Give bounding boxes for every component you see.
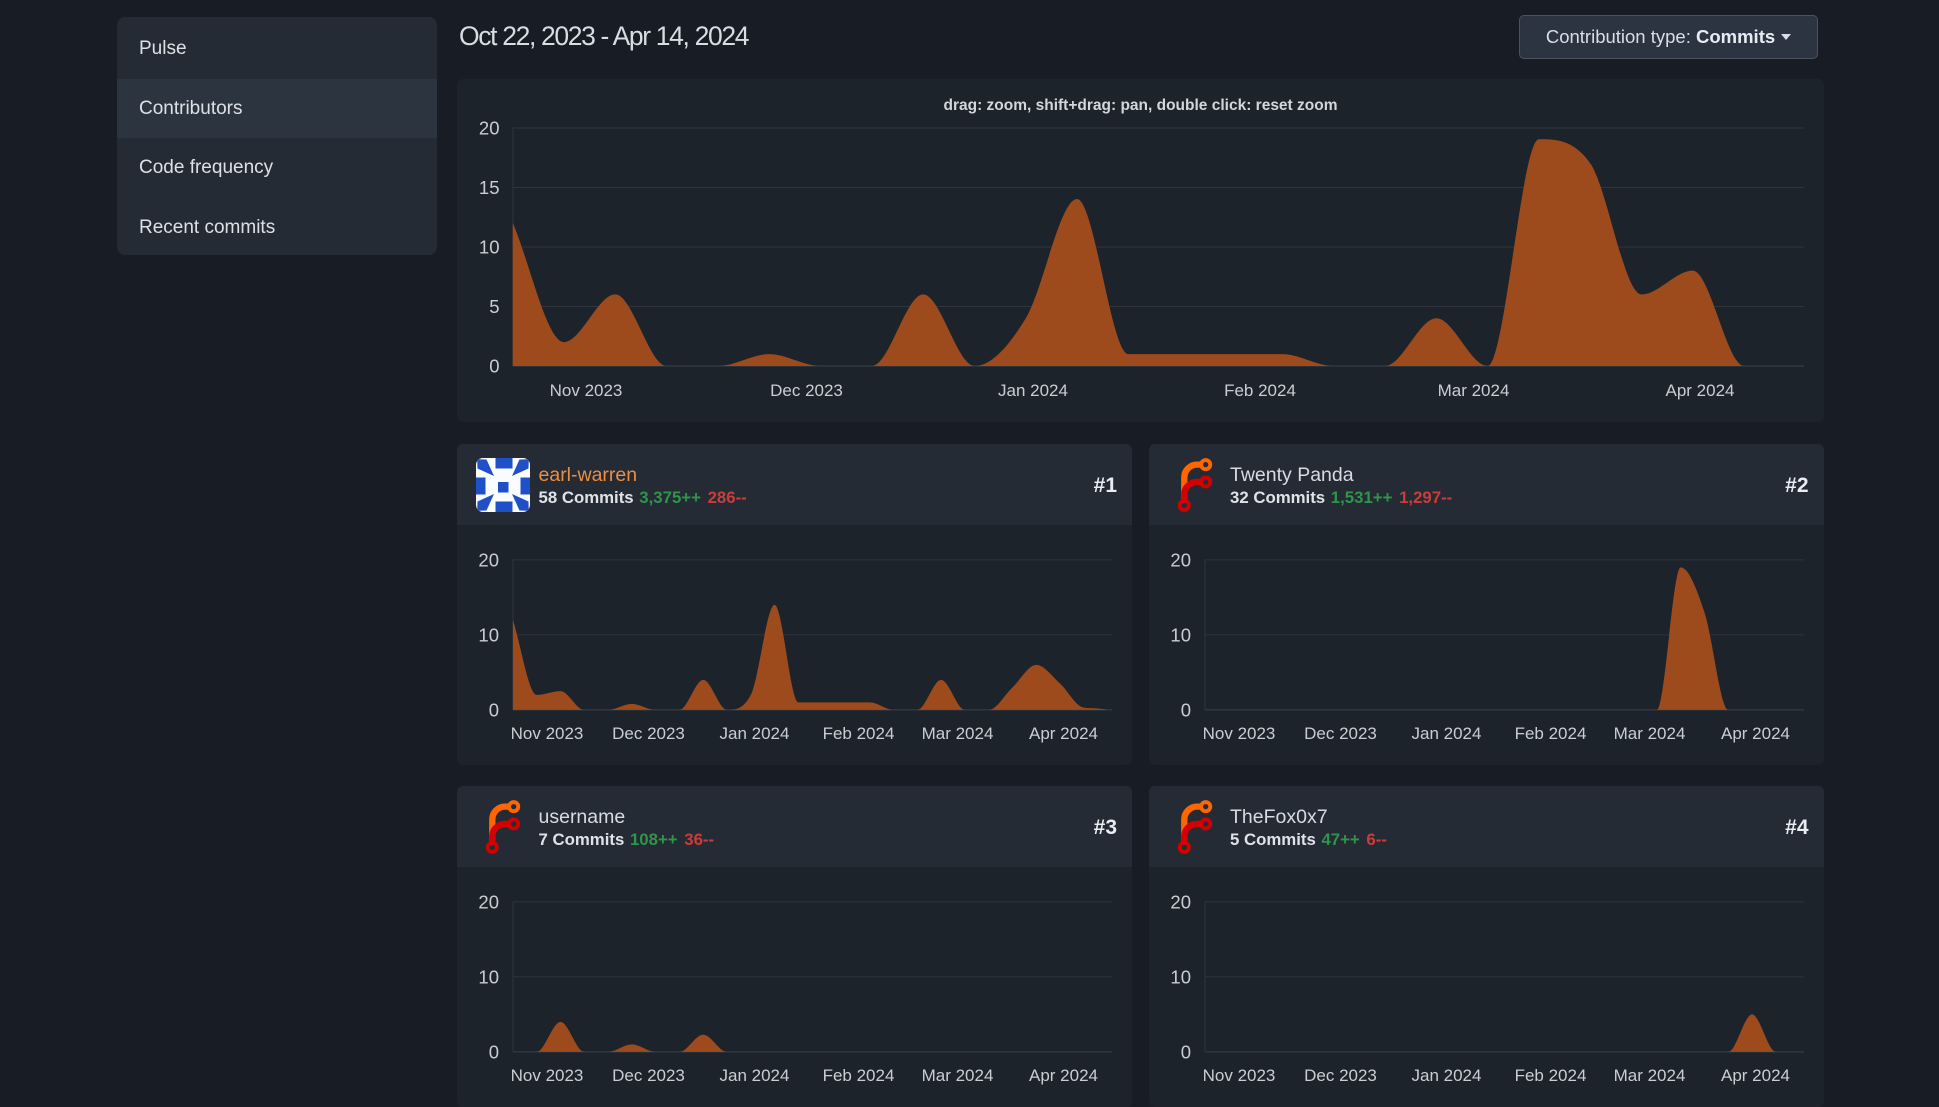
- svg-text:10: 10: [478, 966, 499, 987]
- svg-text:Nov 2023: Nov 2023: [1202, 724, 1275, 743]
- svg-text:Apr 2024: Apr 2024: [1029, 1066, 1098, 1085]
- svg-text:Jan 2024: Jan 2024: [720, 724, 790, 743]
- svg-text:0: 0: [489, 356, 499, 377]
- svg-text:10: 10: [1170, 624, 1191, 645]
- svg-text:0: 0: [1180, 1041, 1190, 1062]
- svg-text:Feb 2024: Feb 2024: [1514, 1066, 1586, 1085]
- svg-text:Dec 2023: Dec 2023: [612, 1066, 685, 1085]
- svg-text:5: 5: [489, 296, 499, 317]
- svg-text:Feb 2024: Feb 2024: [1224, 381, 1296, 400]
- svg-text:Feb 2024: Feb 2024: [823, 1066, 895, 1085]
- svg-text:Feb 2024: Feb 2024: [1514, 724, 1586, 743]
- svg-text:drag: zoom, shift+drag: pan, d: drag: zoom, shift+drag: pan, double clic…: [943, 97, 1337, 114]
- svg-text:Jan 2024: Jan 2024: [998, 381, 1068, 400]
- svg-text:20: 20: [479, 118, 500, 139]
- svg-text:20: 20: [1170, 549, 1191, 570]
- svg-text:10: 10: [479, 237, 500, 258]
- svg-text:0: 0: [489, 699, 499, 720]
- svg-text:20: 20: [478, 891, 499, 912]
- svg-text:Nov 2023: Nov 2023: [511, 724, 584, 743]
- svg-text:15: 15: [479, 177, 500, 198]
- svg-text:Nov 2023: Nov 2023: [1202, 1066, 1275, 1085]
- svg-text:10: 10: [478, 624, 499, 645]
- svg-text:Apr 2024: Apr 2024: [1721, 724, 1790, 743]
- svg-text:Dec 2023: Dec 2023: [770, 381, 843, 400]
- svg-text:Dec 2023: Dec 2023: [612, 724, 685, 743]
- svg-text:20: 20: [1170, 891, 1191, 912]
- svg-text:Jan 2024: Jan 2024: [1411, 724, 1481, 743]
- svg-text:Mar 2024: Mar 2024: [1613, 724, 1685, 743]
- svg-text:10: 10: [1170, 966, 1191, 987]
- svg-text:0: 0: [489, 1041, 499, 1062]
- svg-text:20: 20: [478, 549, 499, 570]
- svg-text:Mar 2024: Mar 2024: [1438, 381, 1510, 400]
- svg-text:Dec 2023: Dec 2023: [1304, 724, 1377, 743]
- svg-text:Mar 2024: Mar 2024: [922, 1066, 994, 1085]
- svg-text:Nov 2023: Nov 2023: [550, 381, 623, 400]
- svg-text:Mar 2024: Mar 2024: [1613, 1066, 1685, 1085]
- svg-text:Nov 2023: Nov 2023: [511, 1066, 584, 1085]
- svg-text:0: 0: [1180, 699, 1190, 720]
- svg-text:Jan 2024: Jan 2024: [1411, 1066, 1481, 1085]
- svg-text:Jan 2024: Jan 2024: [720, 1066, 790, 1085]
- svg-text:Mar 2024: Mar 2024: [922, 724, 994, 743]
- svg-text:Apr 2024: Apr 2024: [1666, 381, 1735, 400]
- svg-text:Apr 2024: Apr 2024: [1721, 1066, 1790, 1085]
- svg-text:Dec 2023: Dec 2023: [1304, 1066, 1377, 1085]
- svg-text:Feb 2024: Feb 2024: [823, 724, 895, 743]
- svg-text:Apr 2024: Apr 2024: [1029, 724, 1098, 743]
